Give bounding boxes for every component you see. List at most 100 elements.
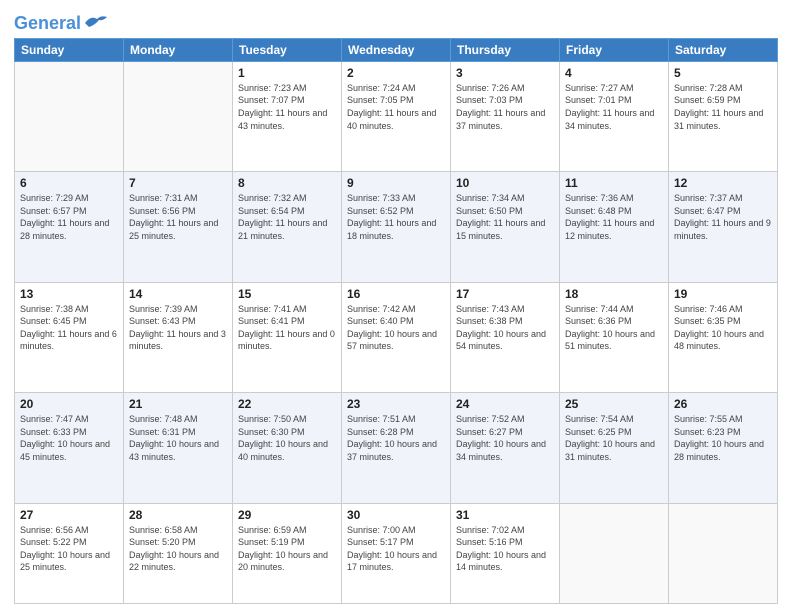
calendar-cell: 31 Sunrise: 7:02 AMSunset: 5:16 PMDayligh… [451, 503, 560, 603]
day-number: 13 [20, 287, 118, 301]
calendar-cell: 26 Sunrise: 7:55 AMSunset: 6:23 PMDayligh… [669, 393, 778, 503]
logo-line: General [14, 14, 109, 34]
calendar-cell: 1Sunrise: 7:23 AMSunset: 7:07 PMDaylight… [233, 61, 342, 171]
calendar-cell: 17 Sunrise: 7:43 AMSunset: 6:38 PMDayligh… [451, 282, 560, 392]
calendar-week-2: 6 Sunrise: 7:29 AMSunset: 6:57 PMDaylight… [15, 172, 778, 282]
day-number: 18 [565, 287, 663, 301]
calendar-cell: 8 Sunrise: 7:32 AMSunset: 6:54 PMDaylight… [233, 172, 342, 282]
calendar-cell: 11 Sunrise: 7:36 AMSunset: 6:48 PMDayligh… [560, 172, 669, 282]
day-info: Sunrise: 7:36 AMSunset: 6:48 PMDaylight:… [565, 192, 663, 242]
calendar-cell [560, 503, 669, 603]
weekday-header-wednesday: Wednesday [342, 38, 451, 61]
day-info: Sunrise: 7:42 AMSunset: 6:40 PMDaylight:… [347, 303, 445, 353]
day-info: Sunrise: 7:00 AMSunset: 5:17 PMDaylight:… [347, 524, 445, 574]
day-number: 26 [674, 397, 772, 411]
calendar-cell: 6 Sunrise: 7:29 AMSunset: 6:57 PMDaylight… [15, 172, 124, 282]
logo: General [14, 14, 109, 32]
day-info: Sunrise: 7:43 AMSunset: 6:38 PMDaylight:… [456, 303, 554, 353]
day-info: Sunrise: 6:58 AMSunset: 5:20 PMDaylight:… [129, 524, 227, 574]
day-number: 22 [238, 397, 336, 411]
day-info: Sunrise: 7:27 AMSunset: 7:01 PMDaylight:… [565, 82, 663, 132]
logo-general: General [14, 13, 81, 33]
calendar-cell: 5 Sunrise: 7:28 AMSunset: 6:59 PMDaylight… [669, 61, 778, 171]
calendar-cell: 9 Sunrise: 7:33 AMSunset: 6:52 PMDaylight… [342, 172, 451, 282]
day-info: Sunrise: 7:33 AMSunset: 6:52 PMDaylight:… [347, 192, 445, 242]
calendar-cell: 16Sunrise: 7:42 AMSunset: 6:40 PMDayligh… [342, 282, 451, 392]
day-number: 17 [456, 287, 554, 301]
day-info: Sunrise: 7:02 AMSunset: 5:16 PMDaylight:… [456, 524, 554, 574]
calendar-cell: 29Sunrise: 6:59 AMSunset: 5:19 PMDayligh… [233, 503, 342, 603]
weekday-header-thursday: Thursday [451, 38, 560, 61]
day-info: Sunrise: 7:41 AMSunset: 6:41 PMDaylight:… [238, 303, 336, 353]
calendar-week-1: 1Sunrise: 7:23 AMSunset: 7:07 PMDaylight… [15, 61, 778, 171]
day-number: 30 [347, 508, 445, 522]
day-info: Sunrise: 7:26 AMSunset: 7:03 PMDaylight:… [456, 82, 554, 132]
day-info: Sunrise: 7:34 AMSunset: 6:50 PMDaylight:… [456, 192, 554, 242]
day-number: 6 [20, 176, 118, 190]
calendar-cell: 20Sunrise: 7:47 AMSunset: 6:33 PMDayligh… [15, 393, 124, 503]
day-number: 10 [456, 176, 554, 190]
calendar-cell [669, 503, 778, 603]
day-number: 21 [129, 397, 227, 411]
weekday-header-monday: Monday [124, 38, 233, 61]
day-info: Sunrise: 7:32 AMSunset: 6:54 PMDaylight:… [238, 192, 336, 242]
logo-bird-icon [83, 13, 109, 31]
day-number: 9 [347, 176, 445, 190]
calendar-week-4: 20Sunrise: 7:47 AMSunset: 6:33 PMDayligh… [15, 393, 778, 503]
calendar-cell: 24Sunrise: 7:52 AMSunset: 6:27 PMDayligh… [451, 393, 560, 503]
day-number: 8 [238, 176, 336, 190]
day-info: Sunrise: 7:31 AMSunset: 6:56 PMDaylight:… [129, 192, 227, 242]
day-info: Sunrise: 7:39 AMSunset: 6:43 PMDaylight:… [129, 303, 227, 353]
day-number: 15 [238, 287, 336, 301]
calendar-cell: 12 Sunrise: 7:37 AMSunset: 6:47 PMDayligh… [669, 172, 778, 282]
day-number: 20 [20, 397, 118, 411]
calendar-cell: 14 Sunrise: 7:39 AMSunset: 6:43 PMDayligh… [124, 282, 233, 392]
day-number: 12 [674, 176, 772, 190]
calendar-cell: 2Sunrise: 7:24 AMSunset: 7:05 PMDaylight… [342, 61, 451, 171]
weekday-header-sunday: Sunday [15, 38, 124, 61]
day-info: Sunrise: 7:54 AMSunset: 6:25 PMDaylight:… [565, 413, 663, 463]
day-number: 2 [347, 66, 445, 80]
page: General SundayMondayTuesdayWednesdayThur… [0, 0, 792, 612]
weekday-header-saturday: Saturday [669, 38, 778, 61]
calendar-cell: 18 Sunrise: 7:44 AMSunset: 6:36 PMDayligh… [560, 282, 669, 392]
day-number: 29 [238, 508, 336, 522]
calendar-cell: 15 Sunrise: 7:41 AMSunset: 6:41 PMDayligh… [233, 282, 342, 392]
calendar-cell: 22Sunrise: 7:50 AMSunset: 6:30 PMDayligh… [233, 393, 342, 503]
day-number: 3 [456, 66, 554, 80]
calendar-cell: 27 Sunrise: 6:56 AMSunset: 5:22 PMDayligh… [15, 503, 124, 603]
weekday-header-row: SundayMondayTuesdayWednesdayThursdayFrid… [15, 38, 778, 61]
day-number: 11 [565, 176, 663, 190]
calendar-cell [124, 61, 233, 171]
day-number: 14 [129, 287, 227, 301]
day-info: Sunrise: 7:55 AMSunset: 6:23 PMDaylight:… [674, 413, 772, 463]
day-info: Sunrise: 7:29 AMSunset: 6:57 PMDaylight:… [20, 192, 118, 242]
day-info: Sunrise: 7:51 AMSunset: 6:28 PMDaylight:… [347, 413, 445, 463]
day-number: 31 [456, 508, 554, 522]
calendar-cell: 19Sunrise: 7:46 AMSunset: 6:35 PMDayligh… [669, 282, 778, 392]
day-number: 1 [238, 66, 336, 80]
calendar-week-5: 27 Sunrise: 6:56 AMSunset: 5:22 PMDayligh… [15, 503, 778, 603]
day-number: 27 [20, 508, 118, 522]
calendar-cell: 13 Sunrise: 7:38 AMSunset: 6:45 PMDayligh… [15, 282, 124, 392]
calendar-cell: 30 Sunrise: 7:00 AMSunset: 5:17 PMDayligh… [342, 503, 451, 603]
calendar-cell: 7Sunrise: 7:31 AMSunset: 6:56 PMDaylight… [124, 172, 233, 282]
calendar-table: SundayMondayTuesdayWednesdayThursdayFrid… [14, 38, 778, 604]
calendar-cell: 4Sunrise: 7:27 AMSunset: 7:01 PMDaylight… [560, 61, 669, 171]
day-info: Sunrise: 7:28 AMSunset: 6:59 PMDaylight:… [674, 82, 772, 132]
day-number: 25 [565, 397, 663, 411]
day-info: Sunrise: 6:56 AMSunset: 5:22 PMDaylight:… [20, 524, 118, 574]
day-info: Sunrise: 7:44 AMSunset: 6:36 PMDaylight:… [565, 303, 663, 353]
calendar-cell: 23 Sunrise: 7:51 AMSunset: 6:28 PMDayligh… [342, 393, 451, 503]
day-info: Sunrise: 7:37 AMSunset: 6:47 PMDaylight:… [674, 192, 772, 242]
calendar-cell: 21 Sunrise: 7:48 AMSunset: 6:31 PMDayligh… [124, 393, 233, 503]
day-number: 28 [129, 508, 227, 522]
day-number: 24 [456, 397, 554, 411]
day-info: Sunrise: 7:48 AMSunset: 6:31 PMDaylight:… [129, 413, 227, 463]
day-info: Sunrise: 7:38 AMSunset: 6:45 PMDaylight:… [20, 303, 118, 353]
day-number: 19 [674, 287, 772, 301]
weekday-header-tuesday: Tuesday [233, 38, 342, 61]
calendar-cell [15, 61, 124, 171]
day-number: 23 [347, 397, 445, 411]
day-number: 5 [674, 66, 772, 80]
